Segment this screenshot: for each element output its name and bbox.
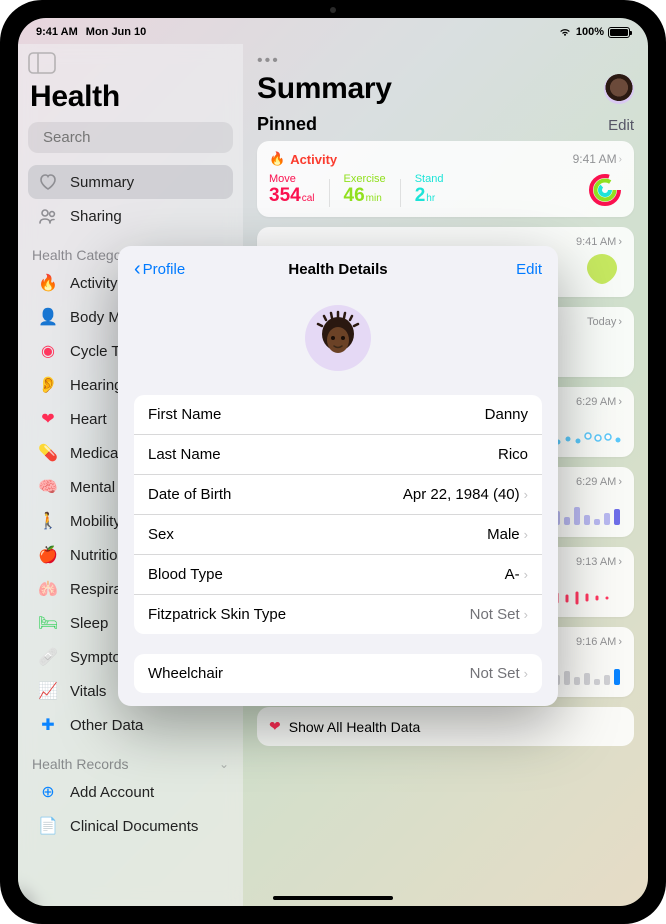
chevron-right-icon: › bbox=[618, 316, 622, 328]
pills-icon: 💊 bbox=[38, 443, 58, 463]
walk-icon: 🚶 bbox=[38, 511, 58, 531]
wheelchair-group: WheelchairNot Set› bbox=[134, 654, 542, 693]
chevron-right-icon: › bbox=[618, 396, 622, 408]
bar-chart-icon bbox=[552, 665, 622, 687]
status-bar: 9:41 AM Mon Jun 10 100% bbox=[18, 18, 648, 42]
heart-icon bbox=[38, 172, 58, 192]
search-input[interactable] bbox=[43, 129, 242, 146]
sidebar-item-summary[interactable]: Summary bbox=[28, 165, 233, 199]
back-button[interactable]: ‹ Profile bbox=[134, 258, 185, 281]
battery-pct: 100% bbox=[576, 26, 604, 38]
body-icon: 👤 bbox=[38, 307, 58, 327]
sex-row[interactable]: SexMale› bbox=[134, 515, 542, 555]
first-name-row[interactable]: First NameDanny bbox=[134, 395, 542, 435]
sidebar-item-add-account[interactable]: ⊕Add Account bbox=[28, 775, 233, 809]
health-details-form: First NameDanny Last NameRico Date of Bi… bbox=[134, 395, 542, 634]
skin-type-row[interactable]: Fitzpatrick Skin TypeNot Set› bbox=[134, 595, 542, 634]
dob-row[interactable]: Date of BirthApr 22, 1984 (40)› bbox=[134, 475, 542, 515]
apple-icon: 🍎 bbox=[38, 545, 58, 565]
chevron-right-icon: › bbox=[618, 236, 622, 248]
lungs-icon: 🫁 bbox=[38, 579, 58, 599]
chevron-right-icon: › bbox=[618, 556, 622, 568]
status-date: Mon Jun 10 bbox=[86, 26, 147, 38]
show-all-health-data-button[interactable]: ❤︎ Show All Health Data bbox=[257, 707, 634, 746]
edit-button[interactable]: Edit bbox=[516, 261, 542, 278]
chevron-down-icon: ⌄ bbox=[219, 757, 229, 771]
sidebar-item-label: Summary bbox=[70, 174, 134, 191]
window-dots-icon[interactable]: ••• bbox=[257, 52, 634, 70]
bandage-icon: 🩹 bbox=[38, 647, 58, 667]
sidebar-toggle-icon[interactable] bbox=[28, 52, 56, 74]
health-details-modal: ‹ Profile Health Details Edit bbox=[118, 246, 558, 706]
sidebar-item-clinical[interactable]: 📄Clinical Documents bbox=[28, 809, 233, 843]
dots-chart-icon bbox=[552, 427, 622, 447]
ipad-frame: 9:41 AM Mon Jun 10 100% Health bbox=[0, 0, 666, 924]
section-health-records[interactable]: Health Records ⌄ bbox=[32, 756, 229, 772]
chevron-right-icon: › bbox=[619, 154, 622, 165]
chevron-right-icon: › bbox=[524, 607, 528, 622]
home-indicator[interactable] bbox=[273, 896, 393, 900]
bar-chart-icon bbox=[552, 503, 622, 527]
activity-card[interactable]: 🔥Activity 9:41 AM› Move354cal Exercise46… bbox=[257, 141, 634, 217]
brain-icon: 🧠 bbox=[38, 477, 58, 497]
page-title: Summary bbox=[257, 72, 392, 106]
chevron-left-icon: ‹ bbox=[134, 258, 141, 281]
chevron-right-icon: › bbox=[524, 527, 528, 542]
bed-icon: 🛏 bbox=[38, 613, 58, 633]
blood-type-row[interactable]: Blood TypeA-› bbox=[134, 555, 542, 595]
document-icon: 📄 bbox=[38, 816, 58, 836]
blob-graphic-icon bbox=[582, 251, 622, 287]
wifi-icon bbox=[558, 27, 572, 37]
edit-pinned-button[interactable]: Edit bbox=[608, 117, 634, 134]
card-timestamp: 9:41 AM› bbox=[573, 152, 622, 166]
activity-rings-icon bbox=[588, 173, 622, 207]
sidebar-title: Health bbox=[30, 80, 233, 114]
sidebar-item-sharing[interactable]: Sharing bbox=[28, 199, 233, 233]
plus-circle-icon: ⊕ bbox=[38, 782, 58, 802]
chevron-right-icon: › bbox=[524, 567, 528, 582]
chevron-right-icon: › bbox=[618, 476, 622, 488]
heart-fill-icon: ❤︎ bbox=[38, 409, 58, 429]
profile-avatar[interactable] bbox=[604, 74, 634, 104]
people-icon bbox=[38, 206, 58, 226]
profile-memoji[interactable] bbox=[305, 305, 371, 371]
battery-icon bbox=[608, 27, 630, 38]
screen: 9:41 AM Mon Jun 10 100% Health bbox=[18, 18, 648, 906]
waveform-icon: 📈 bbox=[38, 681, 58, 701]
plus-icon: ✚ bbox=[38, 715, 58, 735]
sidebar-item-other[interactable]: ✚Other Data bbox=[28, 708, 233, 742]
range-chart-icon bbox=[552, 589, 622, 607]
flame-icon: 🔥 bbox=[269, 151, 285, 167]
camera-notch bbox=[330, 7, 336, 13]
last-name-row[interactable]: Last NameRico bbox=[134, 435, 542, 475]
heart-fill-icon: ❤︎ bbox=[269, 718, 281, 735]
chevron-right-icon: › bbox=[524, 487, 528, 502]
chevron-right-icon: › bbox=[524, 666, 528, 681]
flame-icon: 🔥 bbox=[38, 273, 58, 293]
sidebar-item-label: Sharing bbox=[70, 208, 122, 225]
status-time: 9:41 AM bbox=[36, 26, 78, 38]
ear-icon: 👂 bbox=[38, 375, 58, 395]
cycle-icon: ◉ bbox=[38, 341, 58, 361]
search-field[interactable] bbox=[28, 122, 233, 153]
wheelchair-row[interactable]: WheelchairNot Set› bbox=[134, 654, 542, 693]
pinned-heading: Pinned bbox=[257, 114, 317, 135]
chevron-right-icon: › bbox=[618, 636, 622, 648]
